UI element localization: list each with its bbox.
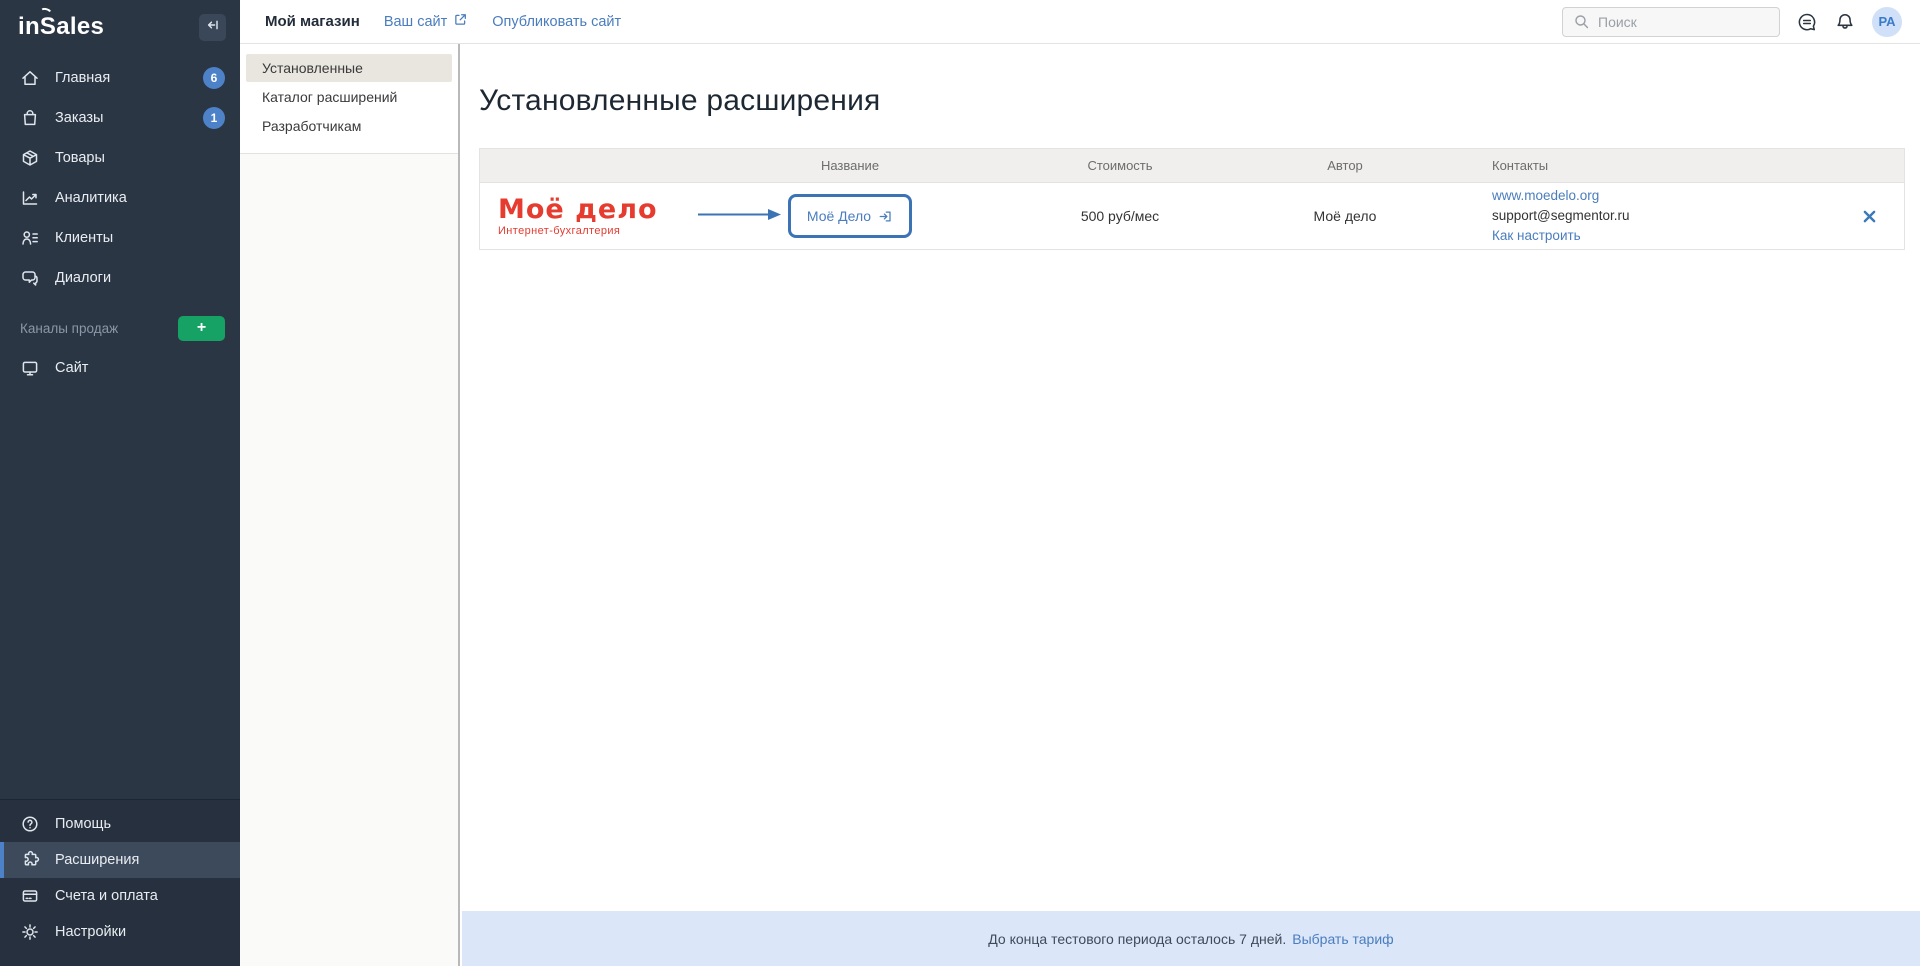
package-icon [20,148,40,168]
main-content: Установленные расширения Название Стоимо… [462,44,1920,966]
clients-icon [20,228,40,248]
extension-contacts-cell: www.moedelo.org support@segmentor.ru Как… [1440,186,1834,246]
page-title: Установленные расширения [479,84,881,117]
topbar-right: PA [1562,6,1902,37]
external-link-icon [453,12,468,31]
extension-name-cell: Моё Дело [697,194,990,238]
home-icon [20,68,40,88]
trial-banner-text: До конца тестового периода осталось 7 дн… [988,930,1287,947]
publish-site-link[interactable]: Опубликовать сайт [492,14,621,30]
sidebar-bottom-nav: Помощь Расширения Счета и оплата Настрой… [0,799,240,966]
vendor-logo-cell: Моё дело Интернет-бухгалтерия [480,196,710,237]
bag-icon [20,108,40,128]
choose-plan-link[interactable]: Выбрать тариф [1292,931,1393,947]
sidebar-header: inSales [0,0,240,48]
collapse-sidebar-button[interactable] [199,13,226,41]
header-price: Стоимость [1087,158,1153,173]
vendor-logo-title: Моё дело [498,193,658,225]
vendor-email: support@segmentor.ru [1492,208,1630,223]
search-box[interactable] [1562,6,1780,37]
monitor-icon [20,358,40,378]
your-site-link[interactable]: Ваш сайт [384,12,468,31]
vendor-site-link[interactable]: www.moedelo.org [1492,188,1599,203]
user-avatar[interactable]: PA [1872,6,1902,37]
insales-logo: inSales [18,6,105,41]
sidebar-item-main[interactable]: Главная 6 [0,58,240,98]
sidebar-item-billing[interactable]: Счета и оплата [0,878,240,914]
sidebar-item-analytics[interactable]: Аналитика [0,178,240,218]
orders-badge: 1 [203,107,225,129]
sidebar-item-products[interactable]: Товары [0,138,240,178]
chat-icon[interactable] [1796,11,1818,33]
vendor-logo: Моё дело Интернет-бухгалтерия [498,196,710,237]
sidebar-item-label: Счета и оплата [55,888,158,904]
search-input[interactable] [1598,13,1769,30]
chart-icon [20,188,40,208]
extension-price: 500 руб/мес [1080,208,1160,224]
annotation-highlight-box: Моё Дело [697,194,913,238]
sidebar-item-label: Заказы [55,110,104,126]
sidebar-item-clients[interactable]: Клиенты [0,218,240,258]
sidebar-item-label: Настройки [55,924,127,940]
your-site-label: Ваш сайт [383,13,448,30]
extension-row: Моё дело Интернет-бухгалтерия Моё Дело 5… [480,183,1904,249]
sidebar-item-site[interactable]: Сайт [0,348,240,388]
extensions-submenu: Установленные Каталог расширений Разрабо… [240,44,458,154]
topbar: Мой магазин Ваш сайт Опубликовать сайт P… [240,0,1920,44]
sidebar-item-label: Сайт [55,360,89,376]
extensions-table: Название Стоимость Автор Контакты Моё де… [479,148,1905,250]
annotation-arrow [697,207,782,226]
remove-extension-button[interactable] [1858,205,1880,227]
sidebar: inSales Главная 6 Заказы 1 Товары Аналит… [0,0,240,966]
sidebar-item-label: Расширения [55,852,140,868]
sidebar-nav: Главная 6 Заказы 1 Товары Аналитика Клие… [0,48,240,388]
sidebar-item-orders[interactable]: Заказы 1 [0,98,240,138]
row-actions-cell [1834,205,1904,227]
extensions-submenu-panel: Установленные Каталог расширений Разрабо… [240,44,460,966]
section-label: Каналы продаж [20,320,119,336]
submenu-item-installed[interactable]: Установленные [246,54,452,82]
billing-icon [20,886,40,906]
chats-icon [20,268,40,288]
trial-banner: До конца тестового периода осталось 7 дн… [462,911,1920,966]
search-icon [1573,13,1590,30]
extension-name-link[interactable]: Моё Дело [807,208,871,224]
store-name[interactable]: Мой магазин [265,13,360,30]
open-extension-icon[interactable] [878,209,893,224]
sales-channels-section: Каналы продаж + [0,308,240,348]
sidebar-item-label: Товары [55,150,105,166]
sidebar-item-label: Диалоги [55,270,112,286]
sidebar-item-dialogs[interactable]: Диалоги [0,258,240,298]
sidebar-item-label: Главная [55,70,111,86]
sidebar-item-help[interactable]: Помощь [0,806,240,842]
logo-text: inSales [18,13,105,40]
app-window: inSales Главная 6 Заказы 1 Товары Аналит… [0,0,1920,966]
bell-icon[interactable] [1834,11,1856,33]
sidebar-item-settings[interactable]: Настройки [0,914,240,950]
arrow-left-bar-icon [205,17,221,38]
submenu-item-developers[interactable]: Разработчикам [246,112,452,140]
how-to-configure-link[interactable]: Как настроить [1492,228,1581,243]
header-name: Название [820,158,880,173]
header-author: Автор [1327,158,1363,173]
header-contacts: Контакты [1492,158,1549,173]
gear-icon [20,922,40,942]
sidebar-item-label: Клиенты [55,230,114,246]
help-icon [20,814,40,834]
sidebar-item-label: Помощь [55,816,112,832]
table-header-row: Название Стоимость Автор Контакты [480,149,1904,183]
sidebar-item-label: Аналитика [55,190,127,206]
sidebar-item-extensions[interactable]: Расширения [0,842,240,878]
puzzle-icon [20,850,40,870]
main-badge: 6 [203,67,225,89]
add-channel-button[interactable]: + [178,315,225,341]
extension-author: Моё дело [1313,208,1377,224]
vendor-logo-subtitle: Интернет-бухгалтерия [498,224,621,237]
submenu-item-catalog[interactable]: Каталог расширений [246,83,452,111]
